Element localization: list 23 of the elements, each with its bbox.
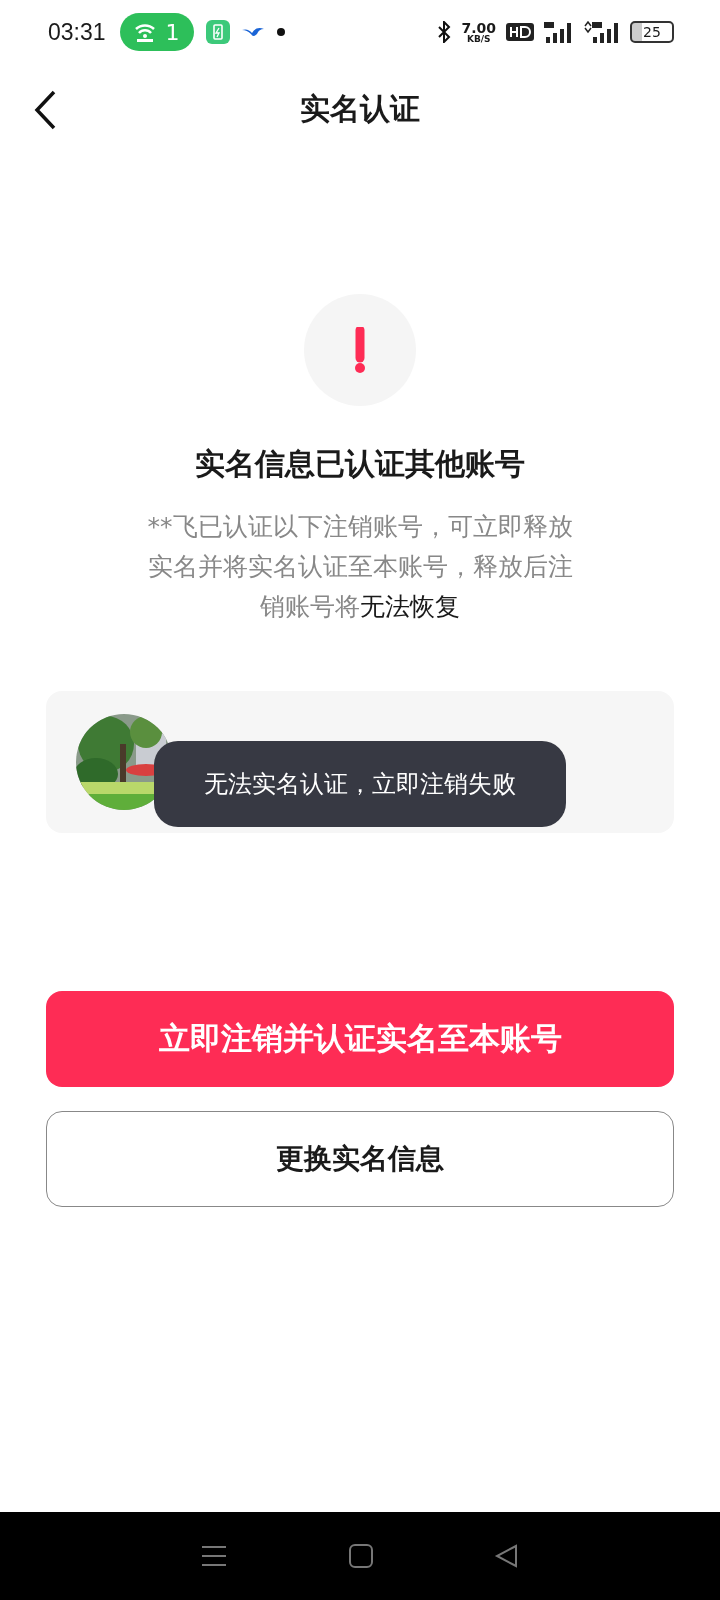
change-info-button[interactable]: 更换实名信息 [46,1111,674,1207]
back-icon[interactable] [34,90,58,130]
bird-icon [241,26,264,38]
back-nav-icon[interactable] [494,1543,520,1569]
page-title: 实名认证 [300,89,420,128]
exclamation-icon [354,327,366,373]
notice-title: 实名信息已认证其他账号 [194,445,526,483]
hotspot-pill: 1 [119,13,194,51]
hotspot-icon [133,22,156,42]
signal-icon [584,21,620,43]
status-time: 03:31 [48,18,106,46]
home-icon[interactable] [348,1543,374,1569]
net-speed: 7.00 KB/S [461,20,496,44]
dot-icon [275,27,286,37]
toast-message: 无法实名认证，立即注销失败 [154,741,566,827]
notice-message: **飞已认证以下注销账号，可立即释放实名并将实名认证至本账号，释放后注销账号将无法恢复 [146,511,574,623]
battery-app-icon [205,20,230,44]
battery-indicator: 25 [630,21,674,43]
signal-icon [544,21,574,43]
bluetooth-icon [437,21,452,43]
confirm-button[interactable]: 立即注销并认证实名至本账号 [46,991,674,1087]
menu-icon[interactable] [200,1544,228,1568]
hd-icon [506,23,534,41]
